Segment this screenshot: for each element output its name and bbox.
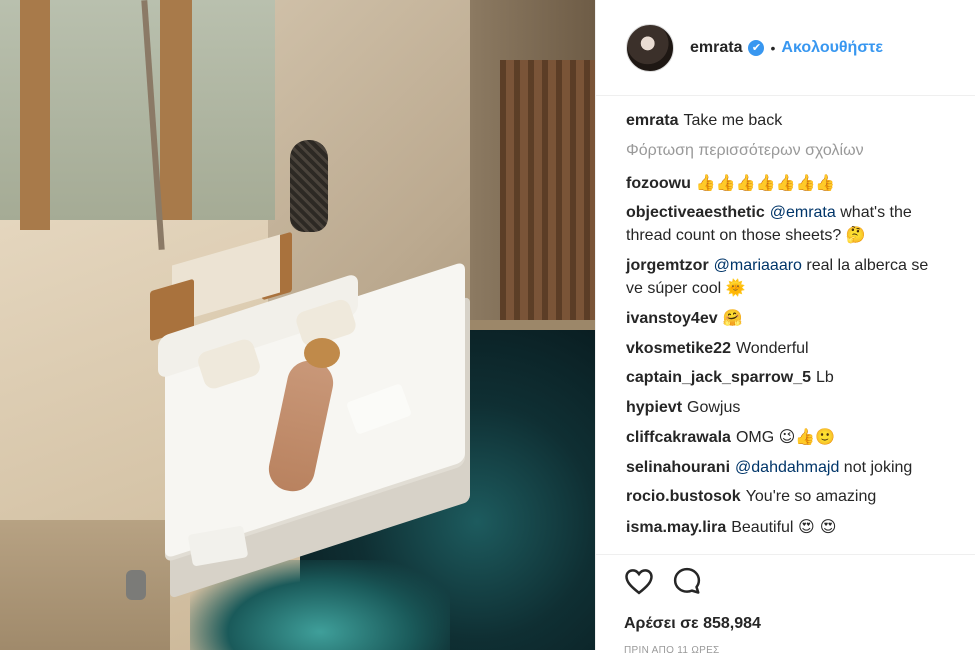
photo-window-frame	[160, 0, 192, 220]
comment-item: cliffcakrawala OMG 😉👍🙂	[626, 426, 948, 449]
follow-button[interactable]: Ακολουθήστε	[781, 39, 883, 57]
comment-username[interactable]: cliffcakrawala	[626, 429, 731, 446]
comment-username[interactable]: jorgemtzor	[626, 257, 709, 274]
photo-vase	[290, 140, 328, 232]
comments-list[interactable]: emrata Take me back Φόρτωση περισσότερων …	[596, 96, 975, 554]
comment-username[interactable]: objectiveaesthetic	[626, 204, 765, 221]
comment-item: objectiveaesthetic @emrata what's the thr…	[626, 202, 948, 247]
load-more-comments-button[interactable]: Φόρτωση περισσότερων σχολίων	[626, 140, 948, 162]
comment-item: fozoowu 👍👍👍👍👍👍👍	[626, 172, 948, 195]
likes-count[interactable]: Αρέσει σε 858,984	[624, 615, 975, 633]
comment-item: rocio.bustosok You're so amazing	[626, 486, 948, 508]
comment-text: Beautiful	[731, 518, 794, 536]
comment-bubble-icon[interactable]	[672, 566, 702, 601]
comment-item: hypievt Gowjus	[626, 397, 948, 419]
avatar[interactable]	[626, 23, 674, 72]
comment-text: Wonderful	[735, 339, 809, 357]
post-header: emrata ✔ • Ακολουθήστε	[596, 0, 975, 96]
photo-wood-slats	[500, 60, 595, 360]
comment-username[interactable]: isma.may.lira	[626, 519, 726, 536]
header-separator: •	[770, 39, 776, 56]
post-side-panel: emrata ✔ • Ακολουθήστε emrata Take me bac…	[595, 0, 975, 656]
comment-item: isma.may.lira Beautiful 😍 😍	[626, 516, 948, 539]
comment-item: jorgemtzor @mariaaaro real la alberca se …	[626, 255, 948, 300]
heart-icon[interactable]	[624, 567, 654, 600]
comment-item: captain_jack_sparrow_5 Lb	[626, 367, 948, 389]
comment-username[interactable]: hypievt	[626, 399, 682, 416]
comment-emoji: 👍👍👍👍👍👍👍	[695, 172, 836, 192]
comment-username[interactable]: ivanstoy4ev	[626, 310, 718, 327]
comment-text: Gowjus	[687, 398, 741, 416]
photo-hat	[304, 338, 340, 368]
comment-emoji: 😍 😍	[797, 516, 837, 536]
comment-username[interactable]: rocio.bustosok	[626, 488, 741, 505]
action-icons	[624, 567, 975, 599]
comment-mention[interactable]: @dahdahmajd	[735, 459, 839, 476]
comment-username[interactable]: selinahourani	[626, 459, 730, 476]
photo-tap	[126, 570, 146, 600]
photo-window-frame-left	[20, 0, 50, 230]
post-photo[interactable]	[0, 0, 595, 650]
comment-emoji: 🌞	[725, 277, 746, 297]
comment-emoji: 🤔	[845, 225, 866, 244]
instagram-post: emrata ✔ • Ακολουθήστε emrata Take me bac…	[0, 0, 975, 656]
comment-mention[interactable]: @mariaaaro	[714, 257, 802, 274]
comment-text: not joking	[843, 458, 913, 476]
post-timestamp: ΠΡΙΝ ΑΠΟ 11 ΩΡΕΣ	[624, 645, 720, 656]
caption-text: Take me back	[683, 112, 783, 129]
header-username[interactable]: emrata	[690, 39, 742, 57]
comment-emoji: 😉👍🙂	[778, 427, 836, 446]
post-actions: Αρέσει σε 858,984 ΠΡΙΝ ΑΠΟ 11 ΩΡΕΣ	[596, 554, 975, 656]
comment-emoji: 🤗	[722, 308, 743, 327]
comment-mention[interactable]: @emrata	[770, 204, 836, 221]
comment-text: OMG	[735, 429, 775, 446]
comment-username[interactable]: vkosmetike22	[626, 340, 731, 357]
comment-username[interactable]: captain_jack_sparrow_5	[626, 369, 811, 386]
comment-item: ivanstoy4ev 🤗	[626, 307, 948, 330]
comment-text: Lb	[816, 369, 834, 386]
comment-text: You're so amazing	[745, 488, 877, 505]
caption-username[interactable]: emrata	[626, 112, 678, 129]
comment-item: selinahourani @dahdahmajd not joking	[626, 457, 948, 479]
caption: emrata Take me back	[626, 110, 948, 132]
verified-badge-icon: ✔	[748, 39, 765, 56]
comment-item: vkosmetike22 Wonderful	[626, 338, 948, 360]
comment-username[interactable]: fozoowu	[626, 175, 691, 192]
